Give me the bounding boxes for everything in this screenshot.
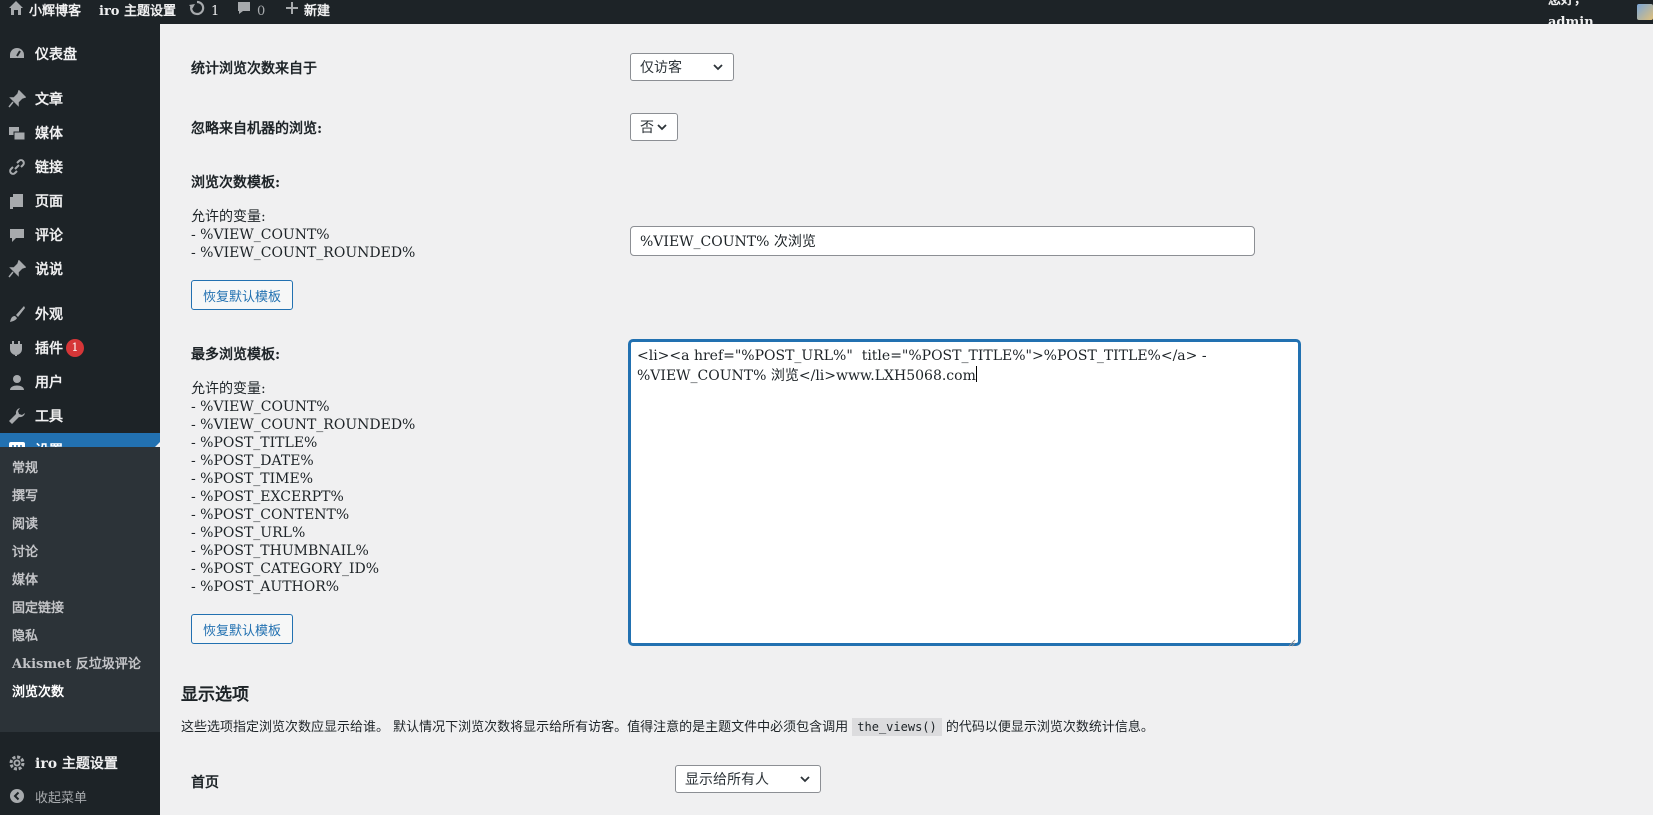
ignore-bots-label: 忽略来自机器的浏览:	[191, 121, 323, 137]
user-icon	[7, 372, 27, 392]
homepage-visibility-select[interactable]: 显示给所有人	[675, 765, 821, 793]
media-icon	[7, 123, 27, 143]
resize-handle[interactable]	[1288, 633, 1296, 647]
submenu-views[interactable]: 浏览次数	[12, 681, 64, 700]
sidebar-item-shuoshuo[interactable]: 说说	[0, 252, 160, 286]
chevron-down-icon	[711, 60, 725, 78]
brush-icon	[7, 304, 27, 324]
submenu-media[interactable]: 媒体	[12, 569, 38, 588]
comments-link[interactable]: 0	[236, 0, 265, 24]
theme-settings-link[interactable]: iro 主题设置	[99, 0, 176, 24]
submenu-general[interactable]: 常规	[12, 457, 38, 476]
comment-bubble-icon	[236, 0, 252, 24]
home-icon	[8, 0, 24, 24]
ignore-bots-select[interactable]: 否	[630, 113, 678, 141]
admin-sidebar: 仪表盘 文章 媒体 链接 页面 评论 说说 外观 插件 1 用户 工具 常规 撰…	[0, 24, 160, 815]
sidebar-item-appearance[interactable]: 外观	[0, 297, 160, 331]
restore-view-template-button[interactable]: 恢复默认模板	[191, 280, 294, 310]
sidebar-item-tools[interactable]: 工具	[0, 399, 160, 433]
submenu-reading[interactable]: 阅读	[12, 513, 38, 532]
pin-icon	[7, 89, 27, 109]
view-template-input[interactable]: %VIEW_COUNT% 次浏览	[630, 226, 1255, 256]
sidebar-item-media[interactable]: 媒体	[0, 116, 160, 150]
gear-icon	[7, 753, 27, 773]
restore-most-viewed-template-button[interactable]: 恢复默认模板	[191, 614, 294, 644]
comment-icon	[7, 225, 27, 245]
settings-submenu: 常规 撰写 阅读 讨论 媒体 固定链接 隐私 Akismet 反垃圾评论 浏览次…	[0, 447, 160, 732]
count-from-select[interactable]: 仅访客	[630, 53, 734, 81]
avatar	[1637, 4, 1653, 20]
submenu-permalinks[interactable]: 固定链接	[12, 597, 64, 616]
most-viewed-template-label: 最多浏览模板:	[191, 347, 281, 363]
updates-link[interactable]: 1	[188, 0, 219, 24]
most-viewed-template-textarea[interactable]: <li><a href="%POST_URL%" title="%POST_TI…	[629, 340, 1300, 647]
homepage-label: 首页	[191, 775, 219, 791]
view-template-vars: 允许的变量: - %VIEW_COUNT% - %VIEW_COUNT_ROUN…	[191, 209, 416, 261]
collapse-arrow-icon	[7, 786, 27, 806]
plus-icon	[285, 1, 299, 23]
chevron-down-icon	[798, 772, 812, 790]
pin-icon	[7, 259, 27, 279]
sidebar-item-links[interactable]: 链接	[0, 150, 160, 184]
display-options-description: 这些选项指定浏览次数应显示给谁。 默认情况下浏览次数将显示给所有访客。值得注意的…	[181, 718, 1154, 736]
plugin-update-badge: 1	[66, 339, 84, 357]
display-options-heading: 显示选项	[181, 685, 249, 705]
sidebar-item-users[interactable]: 用户	[0, 365, 160, 399]
the-views-code: the_views()	[852, 718, 942, 736]
account-menu[interactable]: 您好，admin	[1548, 0, 1653, 30]
count-from-label: 统计浏览次数来自于	[191, 61, 317, 77]
submenu-discussion[interactable]: 讨论	[12, 541, 38, 560]
sidebar-item-iro-settings[interactable]: iro 主题设置	[0, 746, 160, 780]
collapse-menu-button[interactable]: 收起菜单	[0, 779, 160, 813]
chevron-down-icon	[655, 120, 669, 138]
new-content-link[interactable]: 新建	[285, 0, 330, 24]
refresh-icon	[188, 0, 206, 25]
plugin-icon	[7, 338, 27, 358]
sidebar-item-dashboard[interactable]: 仪表盘	[0, 37, 160, 71]
wrench-icon	[7, 406, 27, 426]
sidebar-item-pages[interactable]: 页面	[0, 184, 160, 218]
view-template-label: 浏览次数模板:	[191, 175, 281, 191]
sidebar-item-posts[interactable]: 文章	[0, 82, 160, 116]
submenu-akismet[interactable]: Akismet 反垃圾评论	[12, 653, 141, 672]
submenu-writing[interactable]: 撰写	[12, 485, 38, 504]
dashboard-icon	[7, 44, 27, 64]
submenu-privacy[interactable]: 隐私	[12, 625, 38, 644]
link-icon	[7, 157, 27, 177]
sidebar-item-comments[interactable]: 评论	[0, 218, 160, 252]
site-name-link[interactable]: 小辉博客	[8, 0, 81, 24]
most-viewed-template-vars: 允许的变量: - %VIEW_COUNT% - %VIEW_COUNT_ROUN…	[191, 381, 416, 595]
page-icon	[7, 191, 27, 211]
sidebar-item-plugins[interactable]: 插件 1	[0, 331, 160, 365]
text-caret	[975, 366, 977, 382]
admin-bar: 小辉博客 iro 主题设置 1 0 新建 您好，admin	[0, 0, 1653, 30]
